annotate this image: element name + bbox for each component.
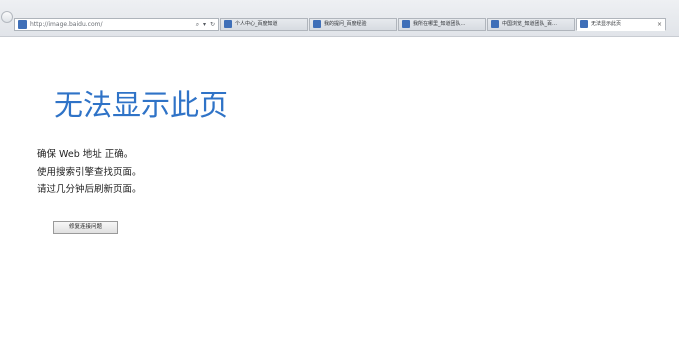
refresh-icon[interactable]: ↻ (210, 21, 215, 28)
fix-connection-button[interactable]: 修复连接问题 (53, 221, 118, 234)
error-title: 无法显示此页 (54, 88, 229, 122)
suggestion-refresh-later: 请过几分钟后刷新页面。 (37, 184, 142, 195)
search-icon[interactable]: ⌕ (196, 21, 199, 28)
tab-favicon-icon (224, 20, 232, 28)
address-bar[interactable]: http://image.baidu.com/ ⌕ ▾ ↻ (14, 18, 219, 31)
suggestion-use-search: 使用搜索引擎查找页面。 (37, 167, 142, 178)
tab-my-questions[interactable]: 我的提问_百度经验 (309, 18, 397, 31)
tab-favicon-icon (491, 20, 499, 28)
site-favicon-icon (18, 20, 27, 29)
suggestion-check-address: 确保 Web 地址 正确。 (37, 149, 134, 160)
back-button[interactable] (1, 11, 13, 23)
browser-toolbar: http://image.baidu.com/ ⌕ ▾ ↻ 个人中心_百度知道 … (0, 0, 679, 37)
tab-favicon-icon (313, 20, 321, 28)
address-actions: ⌕ ▾ ↻ (194, 19, 215, 30)
address-url[interactable]: http://image.baidu.com/ (30, 19, 102, 30)
browser-window: http://image.baidu.com/ ⌕ ▾ ↻ 个人中心_百度知道 … (0, 0, 679, 339)
close-icon[interactable]: × (657, 19, 662, 30)
tab-cannot-display[interactable]: 无法显示此页 × (576, 18, 666, 31)
tab-label: 我的提问_百度经验 (324, 21, 367, 27)
tab-personal-center[interactable]: 个人中心_百度知道 (220, 18, 308, 31)
tab-team-location[interactable]: 我所在哪里_知道团队… (398, 18, 486, 31)
tab-label: 无法显示此页 (591, 21, 622, 27)
tab-china-browse[interactable]: 中国浏览_知道团队_百… (487, 18, 575, 31)
tab-label: 我所在哪里_知道团队… (413, 21, 466, 27)
tab-label: 中国浏览_知道团队_百… (502, 21, 558, 27)
tab-label: 个人中心_百度知道 (235, 21, 278, 27)
tab-favicon-icon (402, 20, 410, 28)
tab-favicon-icon (580, 20, 588, 28)
chevron-down-icon[interactable]: ▾ (203, 21, 206, 28)
